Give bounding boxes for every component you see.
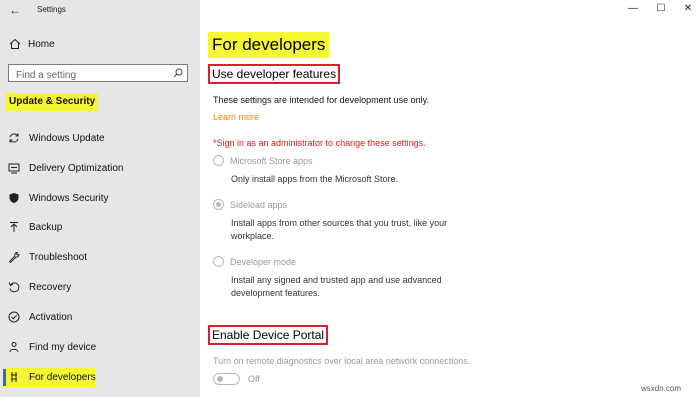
wrench-icon (8, 252, 20, 263)
radio-button[interactable] (213, 256, 224, 267)
device-portal-description: Turn on remote diagnostics over local ar… (213, 356, 471, 366)
home-link[interactable]: Home (9, 37, 55, 51)
sidebar-item-for-developers[interactable]: For developers (0, 367, 200, 387)
shield-icon (9, 193, 19, 203)
radio-button[interactable] (213, 199, 224, 210)
sidebar-item-label: Windows Update (29, 132, 105, 144)
maximize-icon[interactable]: ☐ (654, 2, 668, 16)
option-description: Install apps from other sources that you… (231, 218, 448, 241)
learn-more-link[interactable]: Learn more (213, 112, 259, 122)
radio-label: Microsoft Store apps (230, 155, 313, 166)
dev-features-heading: Use developer features (208, 64, 341, 84)
option-description: Install any signed and trusted app and u… (231, 275, 442, 298)
home-label: Home (28, 38, 55, 50)
developer-tools-icon (11, 372, 17, 382)
sidebar-item-backup[interactable]: Backup (0, 217, 200, 237)
sidebar-item-windows-security[interactable]: Windows Security (0, 188, 200, 208)
sidebar-item-activation[interactable]: Activation (0, 307, 200, 327)
admin-warning: *Sign in as an administrator to change t… (213, 138, 426, 148)
sidebar-item-recovery[interactable]: Recovery (0, 277, 200, 297)
sidebar-item-delivery-optimization[interactable]: Delivery Optimization (0, 158, 200, 178)
radio-label: Developer mode (230, 256, 297, 267)
active-item-indicator (3, 369, 6, 386)
sidebar-item-find-my-device[interactable]: Find my device (0, 337, 200, 357)
close-icon[interactable]: ✕ (681, 2, 695, 16)
radio-microsoft-store-apps[interactable]: Microsoft Store apps (213, 155, 313, 166)
search-box[interactable] (8, 64, 188, 84)
sidebar-item-label: Backup (29, 221, 63, 233)
device-portal-toggle[interactable] (213, 373, 240, 385)
sidebar-item-label: Troubleshoot (29, 251, 87, 263)
radio-button[interactable] (213, 155, 224, 166)
radio-label: Sideload apps (230, 199, 288, 210)
person-pin-icon (9, 342, 19, 353)
window-title: Settings (37, 5, 66, 14)
page-title: For developers (208, 32, 330, 58)
sidebar-item-label: For developers (29, 371, 96, 383)
home-icon (9, 38, 21, 49)
device-portal-heading: Enable Device Portal (208, 325, 329, 345)
recovery-icon (8, 282, 20, 293)
section-heading: Update & Security (6, 93, 99, 111)
option-description: Only install apps from the Microsoft Sto… (231, 174, 399, 184)
radio-sideload-apps[interactable]: Sideload apps (213, 199, 287, 210)
radio-developer-mode[interactable]: Developer mode (213, 256, 296, 267)
backup-arrow-icon (10, 222, 18, 232)
toggle-state-label: Off (248, 374, 260, 384)
watermark: wsxdn.com (641, 384, 682, 393)
dev-features-intro: These settings are intended for developm… (213, 95, 429, 105)
sidebar-item-label: Activation (29, 311, 73, 323)
sidebar-item-label: Recovery (29, 281, 72, 293)
search-icon[interactable] (173, 68, 183, 78)
sidebar-item-label: Find my device (29, 341, 97, 353)
sidebar: ← Settings Home Update & Security Window… (0, 0, 200, 397)
sidebar-item-troubleshoot[interactable]: Troubleshoot (0, 247, 200, 267)
sidebar-item-windows-update[interactable]: Windows Update (0, 128, 200, 148)
sidebar-item-label: Delivery Optimization (29, 162, 124, 174)
main-content: — ☐ ✕ For developers Use developer featu… (200, 0, 700, 397)
sync-icon (9, 133, 19, 143)
minimize-icon[interactable]: — (626, 2, 640, 16)
delivery-optimization-icon (8, 163, 20, 174)
toggle-knob (217, 376, 223, 382)
sidebar-item-label: Windows Security (29, 192, 109, 204)
search-input[interactable] (9, 67, 169, 84)
check-circle-icon (8, 311, 20, 323)
back-arrow-icon[interactable]: ← (6, 2, 24, 18)
